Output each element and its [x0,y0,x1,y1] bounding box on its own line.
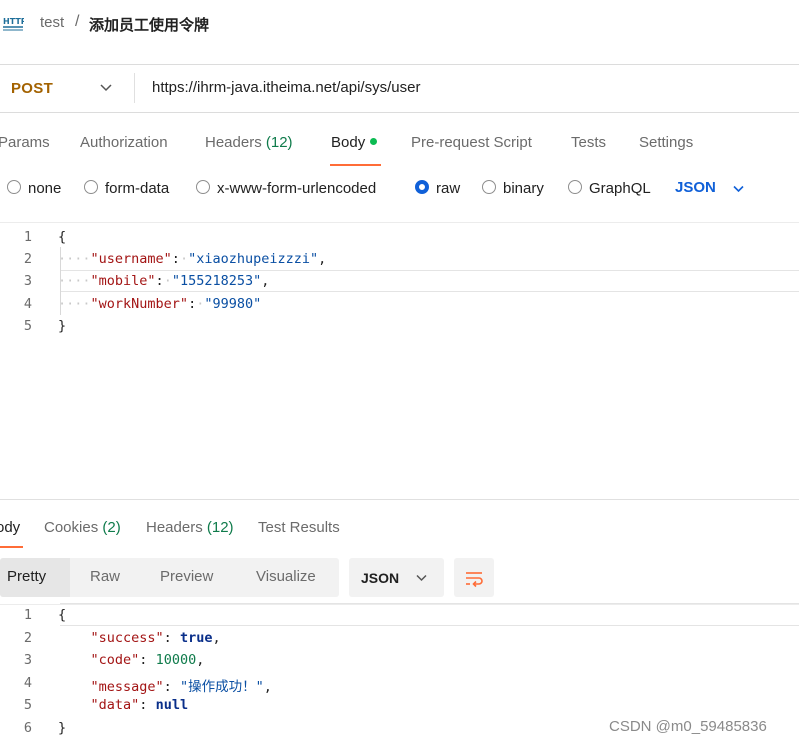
raw-format-select[interactable]: JSON [675,179,716,196]
radio-raw[interactable] [415,180,429,194]
tab-settings[interactable]: Settings [639,134,693,151]
chevron-down-icon[interactable] [99,80,113,94]
code-line[interactable]: ····"username":·"xiaozhupeizzzi", [58,251,326,267]
response-tab-cookies-count: (2) [102,519,121,536]
svg-text:HTTP: HTTP [3,17,24,26]
json-value: true [179,630,213,646]
line-number: 6 [23,720,32,736]
code-open-brace[interactable]: { [58,229,66,245]
line-number: 3 [23,652,32,668]
json-value: "xiaozhupeizzzi" [188,251,319,267]
json-key: "success" [90,630,164,646]
line-number: 1 [23,229,32,245]
radio-graphql[interactable] [568,180,582,194]
breadcrumb-collection[interactable]: test [40,14,64,31]
code-line[interactable]: ····"mobile":·"155218253", [58,273,269,289]
radio-urlencoded[interactable] [196,180,210,194]
radio-binary-label[interactable]: binary [503,180,544,197]
tab-body[interactable]: Body [331,134,378,151]
tab-authorization[interactable]: Authorization [80,134,168,151]
response-tab-test-results[interactable]: Test Results [258,519,340,536]
json-key: "workNumber" [90,296,189,312]
view-pretty[interactable]: Pretty [7,568,46,585]
http-icon: HTTP [3,17,24,31]
json-key: "mobile" [90,273,156,289]
json-value: null [155,697,189,713]
line-number: 1 [23,607,32,623]
line-number: 4 [23,296,32,312]
radio-binary[interactable] [482,180,496,194]
chevron-down-icon[interactable] [732,182,745,195]
url-input[interactable]: https://ihrm-java.itheima.net/api/sys/us… [152,79,420,96]
view-visualize[interactable]: Visualize [256,568,316,585]
response-tab-cookies-label: Cookies [44,519,99,536]
line-number: 3 [23,273,32,289]
breadcrumb-separator: / [75,13,80,30]
response-format-label[interactable]: JSON [361,570,399,586]
radio-urlencoded-label[interactable]: x-www-form-urlencoded [217,180,376,197]
view-raw[interactable]: Raw [90,568,120,585]
response-tab-cookies[interactable]: Cookies (2) [44,519,121,536]
wrap-lines-icon[interactable] [463,568,485,588]
view-preview[interactable]: Preview [160,568,213,585]
response-tab-headers-count: (12) [206,519,234,536]
json-value: 10000 [155,652,197,668]
response-divider[interactable] [0,499,799,500]
response-tab-body[interactable]: ody [0,519,20,536]
tab-headers-count: (12) [265,134,293,151]
response-tab-headers[interactable]: Headers (12) [146,519,234,536]
json-value: "155218253" [171,273,262,289]
line-number: 2 [23,630,32,646]
tab-params[interactable]: Params [0,134,50,151]
json-comma: , [212,630,221,646]
chevron-down-icon[interactable] [415,571,428,584]
tab-tests[interactable]: Tests [571,134,606,151]
watermark: CSDN @m0_59485836 [609,718,767,735]
code-close-brace[interactable]: } [58,720,66,736]
line-number: 2 [23,251,32,267]
body-modified-dot [370,137,378,145]
json-comma: , [318,251,327,267]
tab-headers-label: Headers [205,134,262,151]
radio-none-label[interactable]: none [28,180,61,197]
tab-active-indicator [330,164,381,166]
radio-form-data-label[interactable]: form-data [105,180,169,197]
tab-headers[interactable]: Headers (12) [205,134,293,151]
radio-none[interactable] [7,180,21,194]
response-tab-active-indicator [0,546,23,548]
json-key: "data" [90,697,140,713]
response-current-line [60,603,799,626]
json-key: "code" [90,652,140,668]
code-line[interactable]: ····"workNumber":·"99980" [58,296,261,312]
code-line[interactable]: "code": 10000, [58,652,205,668]
json-key: "message" [90,679,164,695]
json-comma: , [261,273,270,289]
code-open-brace[interactable]: { [58,607,66,623]
json-value: "操作成功！" [179,679,264,695]
tab-pre-request-script[interactable]: Pre-request Script [411,134,532,151]
code-line[interactable]: "data": null [58,697,189,713]
editor-top-border [0,222,799,223]
radio-raw-label[interactable]: raw [436,180,460,197]
json-key: "username" [90,251,172,267]
line-number: 5 [23,318,32,334]
request-title[interactable]: 添加员工使用令牌 [89,14,209,35]
code-close-brace[interactable]: } [58,318,66,334]
json-comma: , [196,652,205,668]
url-divider [134,73,135,103]
radio-form-data[interactable] [84,180,98,194]
tab-body-label: Body [331,134,366,151]
line-number: 4 [23,675,32,691]
json-comma: , [263,679,272,695]
radio-graphql-label[interactable]: GraphQL [589,180,651,197]
response-tab-headers-label: Headers [146,519,203,536]
method-select[interactable]: POST [11,80,53,97]
code-line[interactable]: "success": true, [58,630,221,646]
request-header: HTTP test / 添加员工使用令牌 [0,0,799,46]
line-number: 5 [23,697,32,713]
code-line[interactable]: "message": "操作成功！", [58,675,272,695]
json-value: "99980" [204,296,262,312]
